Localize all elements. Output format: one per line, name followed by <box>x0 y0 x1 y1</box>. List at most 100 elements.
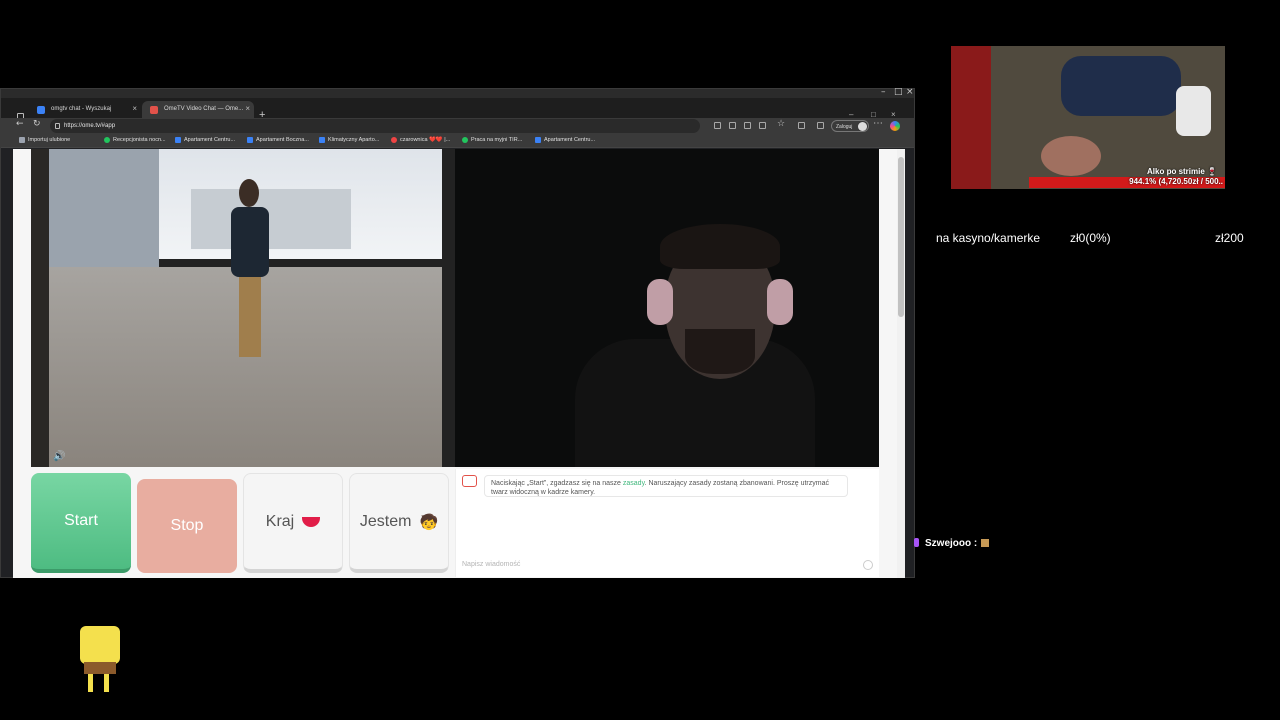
country-button[interactable]: Kraj <box>243 473 343 573</box>
cam-hair <box>660 224 780 269</box>
bookmark-label: Importuj ulubione <box>28 137 71 143</box>
bookmark-label: czarownica ❤️❤️ |... <box>400 137 451 143</box>
rules-notice: Naciskając „Start”, zgadzasz się na nasz… <box>484 475 848 497</box>
bookmark-item[interactable]: Apartament Centru... <box>175 137 235 143</box>
start-button[interactable]: Start <box>31 473 131 573</box>
stop-label: Stop <box>170 517 204 534</box>
bookmark-label: Recepcjonista nocn... <box>113 137 166 143</box>
collections-icon[interactable] <box>817 122 824 129</box>
site-icon <box>175 137 181 143</box>
site-icon <box>462 137 468 143</box>
tab-search[interactable]: omgtv chat - Wyszukaj × <box>29 101 141 118</box>
self-camera-video <box>455 149 879 467</box>
video-building <box>191 189 351 249</box>
minimize-icon[interactable]: – <box>881 87 886 97</box>
country-label: Kraj <box>265 512 295 530</box>
country-flag-icon <box>302 516 321 527</box>
site-icon <box>391 137 397 143</box>
close-icon[interactable]: × <box>906 87 914 97</box>
tab-ometv-label: OmeTV Video Chat — Ome... <box>164 106 244 112</box>
bookmark-item[interactable]: Apartament Boczna... <box>247 137 309 143</box>
chat-username: Szwejooo <box>925 538 972 549</box>
scroll-thumb[interactable] <box>898 157 904 317</box>
streamer-webcam: Alko po strimie 🍷 944.1% (4,720.50zł / 5… <box>951 46 1225 189</box>
chat-separator: : <box>973 538 978 549</box>
translate-icon[interactable] <box>744 122 751 129</box>
chat-panel: Naciskając „Start”, zgadzasz się na nasz… <box>455 469 879 577</box>
ometv-page: 🔊 Start Stop Kraj Jestem 🧒 Naciskając „S… <box>13 149 897 578</box>
message-input[interactable]: Napisz wiadomość <box>462 561 520 568</box>
cam-beard <box>685 329 755 374</box>
tab-search-label: omgtv chat - Wyszukaj <box>51 106 112 112</box>
donation-goal-text: 944.1% (4,720.50zł / 500.. <box>1129 177 1223 186</box>
site-icon <box>535 137 541 143</box>
sponge-body <box>80 626 120 664</box>
login-button[interactable]: Zaloguj <box>831 120 869 132</box>
favorite-star-icon[interactable]: ☆ <box>777 119 785 129</box>
bookmark-item[interactable]: czarownica ❤️❤️ |... <box>391 137 450 143</box>
tab-ometv[interactable]: OmeTV Video Chat — Ome... × <box>142 101 254 118</box>
site-icon <box>247 137 253 143</box>
split-screen-icon[interactable] <box>798 122 805 129</box>
page-scrollbar[interactable] <box>897 149 905 578</box>
tab-strip: omgtv chat - Wyszukaj × OmeTV Video Chat… <box>1 98 914 121</box>
address-bar[interactable]: https://ome.tv/#app <box>50 119 700 133</box>
bookmarks-bar: Importuj ulubione Recepcjonista nocn... … <box>1 134 914 148</box>
cam-person-face <box>1041 136 1101 176</box>
notice-text: Naciskając „Start”, zgadzasz się na nasz… <box>491 480 623 487</box>
bookmark-item[interactable]: Praca na myjni TIR... <box>462 137 522 143</box>
boy-icon: 🧒 <box>419 512 439 531</box>
spongebob-icon <box>74 626 124 696</box>
bookmark-item[interactable]: Apartament Centru... <box>535 137 595 143</box>
bookmark-label: Klimatyczny Aparto... <box>328 137 380 143</box>
camera-permission-icon[interactable] <box>714 122 721 129</box>
gender-button[interactable]: Jestem 🧒 <box>349 473 449 573</box>
stop-button[interactable]: Stop <box>137 479 237 573</box>
cam-chair <box>1176 86 1211 136</box>
more-menu-icon[interactable]: ⋯ <box>873 118 883 129</box>
cam-caption: Alko po strimie 🍷 <box>1147 167 1217 176</box>
stream-chat-message: Szwejooo : <box>914 538 990 549</box>
mic-badge-icon <box>914 538 919 547</box>
login-label: Zaloguj <box>836 124 853 130</box>
close-tab-icon[interactable]: × <box>245 104 250 113</box>
back-icon[interactable]: ← <box>16 119 24 129</box>
sponge-leg <box>104 674 109 692</box>
bookmark-label: Apartament Centru... <box>184 137 236 143</box>
stream-canvas: – □ × omgtv chat - Wyszukaj × OmeTV Vide… <box>0 0 1280 720</box>
bookmark-import[interactable]: Importuj ulubione <box>19 137 70 143</box>
ometv-logo-icon <box>462 475 477 487</box>
browser-window: – □ × omgtv chat - Wyszukaj × OmeTV Vide… <box>0 87 915 578</box>
headphone-icon <box>767 279 793 325</box>
avatar <box>858 122 867 131</box>
goal-label: na kasyno/kamerke <box>936 231 1041 245</box>
gender-label: Jestem <box>359 512 412 530</box>
rules-link[interactable]: zasady <box>623 480 645 487</box>
read-view-icon[interactable] <box>729 122 736 129</box>
person-legs <box>239 277 261 357</box>
stranger-video: 🔊 <box>31 149 455 467</box>
maximize-icon[interactable]: □ <box>894 87 903 97</box>
goal-current: zł0(0%) <box>1070 231 1111 245</box>
bookmark-label: Apartament Centru... <box>544 137 596 143</box>
bookmark-item[interactable]: Recepcjonista nocn... <box>104 137 166 143</box>
stranger-person <box>229 179 271 369</box>
extensions-icon[interactable] <box>759 122 766 129</box>
volume-icon[interactable]: 🔊 <box>53 451 65 462</box>
headphone-icon <box>647 279 673 325</box>
person-head <box>239 179 259 207</box>
video-wall <box>31 149 49 467</box>
cam-person <box>1061 56 1181 116</box>
emote-icon <box>981 539 990 547</box>
site-icon <box>319 137 325 143</box>
bookmark-item[interactable]: Klimatyczny Aparto... <box>319 137 379 143</box>
lock-icon <box>55 123 60 129</box>
bookmark-label: Praca na myjni TIR... <box>471 137 523 143</box>
copilot-icon[interactable] <box>890 121 900 131</box>
cam-background <box>951 46 991 189</box>
reload-icon[interactable]: ↻ <box>33 119 41 129</box>
address-bar-row: ← ↻ https://ome.tv/#app ☆ Zaloguj ⋯ <box>1 118 914 134</box>
emoji-icon[interactable] <box>863 560 873 570</box>
start-label: Start <box>64 512 98 529</box>
close-tab-icon[interactable]: × <box>132 104 137 113</box>
